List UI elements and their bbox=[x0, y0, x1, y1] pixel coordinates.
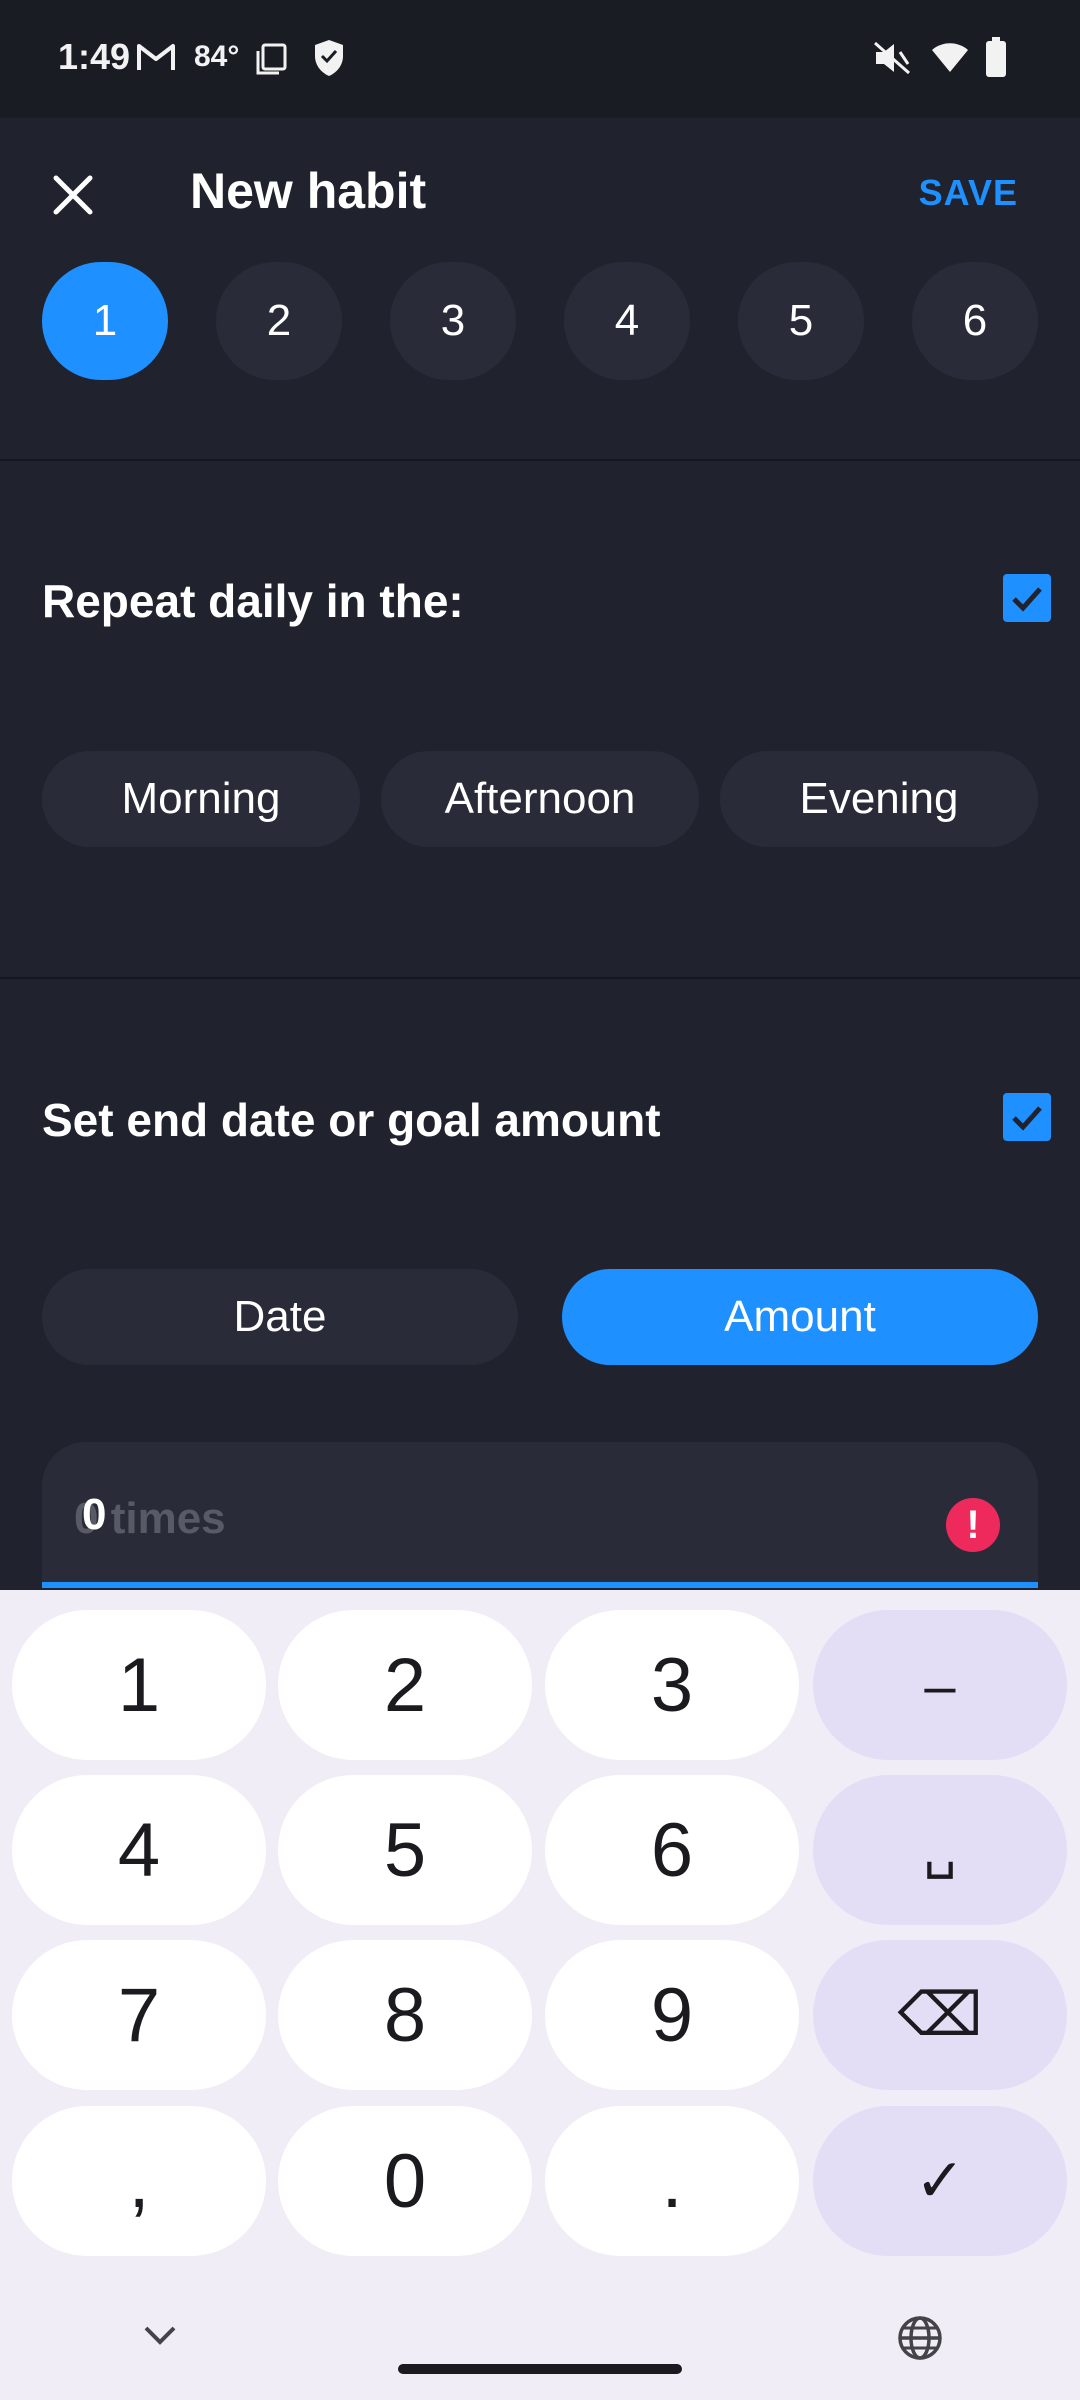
frequency-option-1[interactable]: 1 bbox=[42, 262, 168, 380]
key-3[interactable]: 3 bbox=[545, 1610, 799, 1760]
check-icon bbox=[1012, 1106, 1042, 1131]
key-7[interactable]: 7 bbox=[12, 1940, 266, 2090]
check-icon bbox=[1012, 587, 1042, 612]
error-icon: ! bbox=[946, 1498, 1000, 1552]
close-button[interactable] bbox=[40, 162, 106, 228]
key-space[interactable]: ␣ bbox=[813, 1775, 1067, 1925]
key-6[interactable]: 6 bbox=[545, 1775, 799, 1925]
shield-icon bbox=[315, 40, 343, 76]
vibrate-off-icon bbox=[874, 41, 910, 75]
save-button[interactable]: SAVE bbox=[919, 172, 1018, 214]
time-evening-button[interactable]: Evening bbox=[720, 751, 1038, 847]
time-morning-button[interactable]: Morning bbox=[42, 751, 360, 847]
key-comma[interactable]: , bbox=[12, 2106, 266, 2256]
frequency-option-4[interactable]: 4 bbox=[564, 262, 690, 380]
status-time: 1:49 bbox=[58, 36, 131, 77]
screen-icon bbox=[256, 43, 287, 75]
app-bar: New habit SAVE bbox=[0, 118, 1080, 268]
mode-date-button[interactable]: Date bbox=[42, 1269, 518, 1365]
key-8[interactable]: 8 bbox=[278, 1940, 532, 2090]
key-5[interactable]: 5 bbox=[278, 1775, 532, 1925]
amount-value: 0 bbox=[82, 1490, 107, 1539]
status-temperature: 84° bbox=[194, 40, 240, 73]
frequency-option-2[interactable]: 2 bbox=[216, 262, 342, 380]
close-icon bbox=[53, 175, 93, 215]
mode-amount-button[interactable]: Amount bbox=[562, 1269, 1038, 1365]
repeat-daily-checkbox[interactable] bbox=[1003, 574, 1051, 622]
key-1[interactable]: 1 bbox=[12, 1610, 266, 1760]
frequency-option-6[interactable]: 6 bbox=[912, 262, 1038, 380]
home-indicator[interactable] bbox=[398, 2364, 682, 2374]
battery-icon bbox=[986, 37, 1006, 77]
repeat-daily-label: Repeat daily in the: bbox=[42, 575, 464, 627]
frequency-option-3[interactable]: 3 bbox=[390, 262, 516, 380]
chevron-down-icon[interactable] bbox=[138, 2318, 182, 2352]
time-afternoon-button[interactable]: Afternoon bbox=[381, 751, 699, 847]
key-period[interactable]: . bbox=[545, 2106, 799, 2256]
wifi-icon bbox=[932, 43, 968, 72]
key-4[interactable]: 4 bbox=[12, 1775, 266, 1925]
key-9[interactable]: 9 bbox=[545, 1940, 799, 2090]
gmail-icon bbox=[137, 44, 175, 70]
end-goal-label: Set end date or goal amount bbox=[42, 1094, 661, 1146]
status-bar: 1:49 84° bbox=[0, 0, 1080, 118]
key-backspace[interactable]: ⌫ bbox=[813, 1940, 1067, 2090]
globe-icon[interactable] bbox=[894, 2312, 946, 2364]
key-0[interactable]: 0 bbox=[278, 2106, 532, 2256]
divider bbox=[0, 459, 1080, 461]
key-dash[interactable]: – bbox=[813, 1610, 1067, 1760]
key-done[interactable]: ✓ bbox=[813, 2106, 1067, 2256]
amount-input[interactable]: 0 times 0 ! bbox=[42, 1442, 1038, 1588]
end-goal-checkbox[interactable] bbox=[1003, 1093, 1051, 1141]
page-title: New habit bbox=[190, 163, 427, 219]
key-2[interactable]: 2 bbox=[278, 1610, 532, 1760]
divider bbox=[0, 977, 1080, 979]
frequency-option-5[interactable]: 5 bbox=[738, 262, 864, 380]
